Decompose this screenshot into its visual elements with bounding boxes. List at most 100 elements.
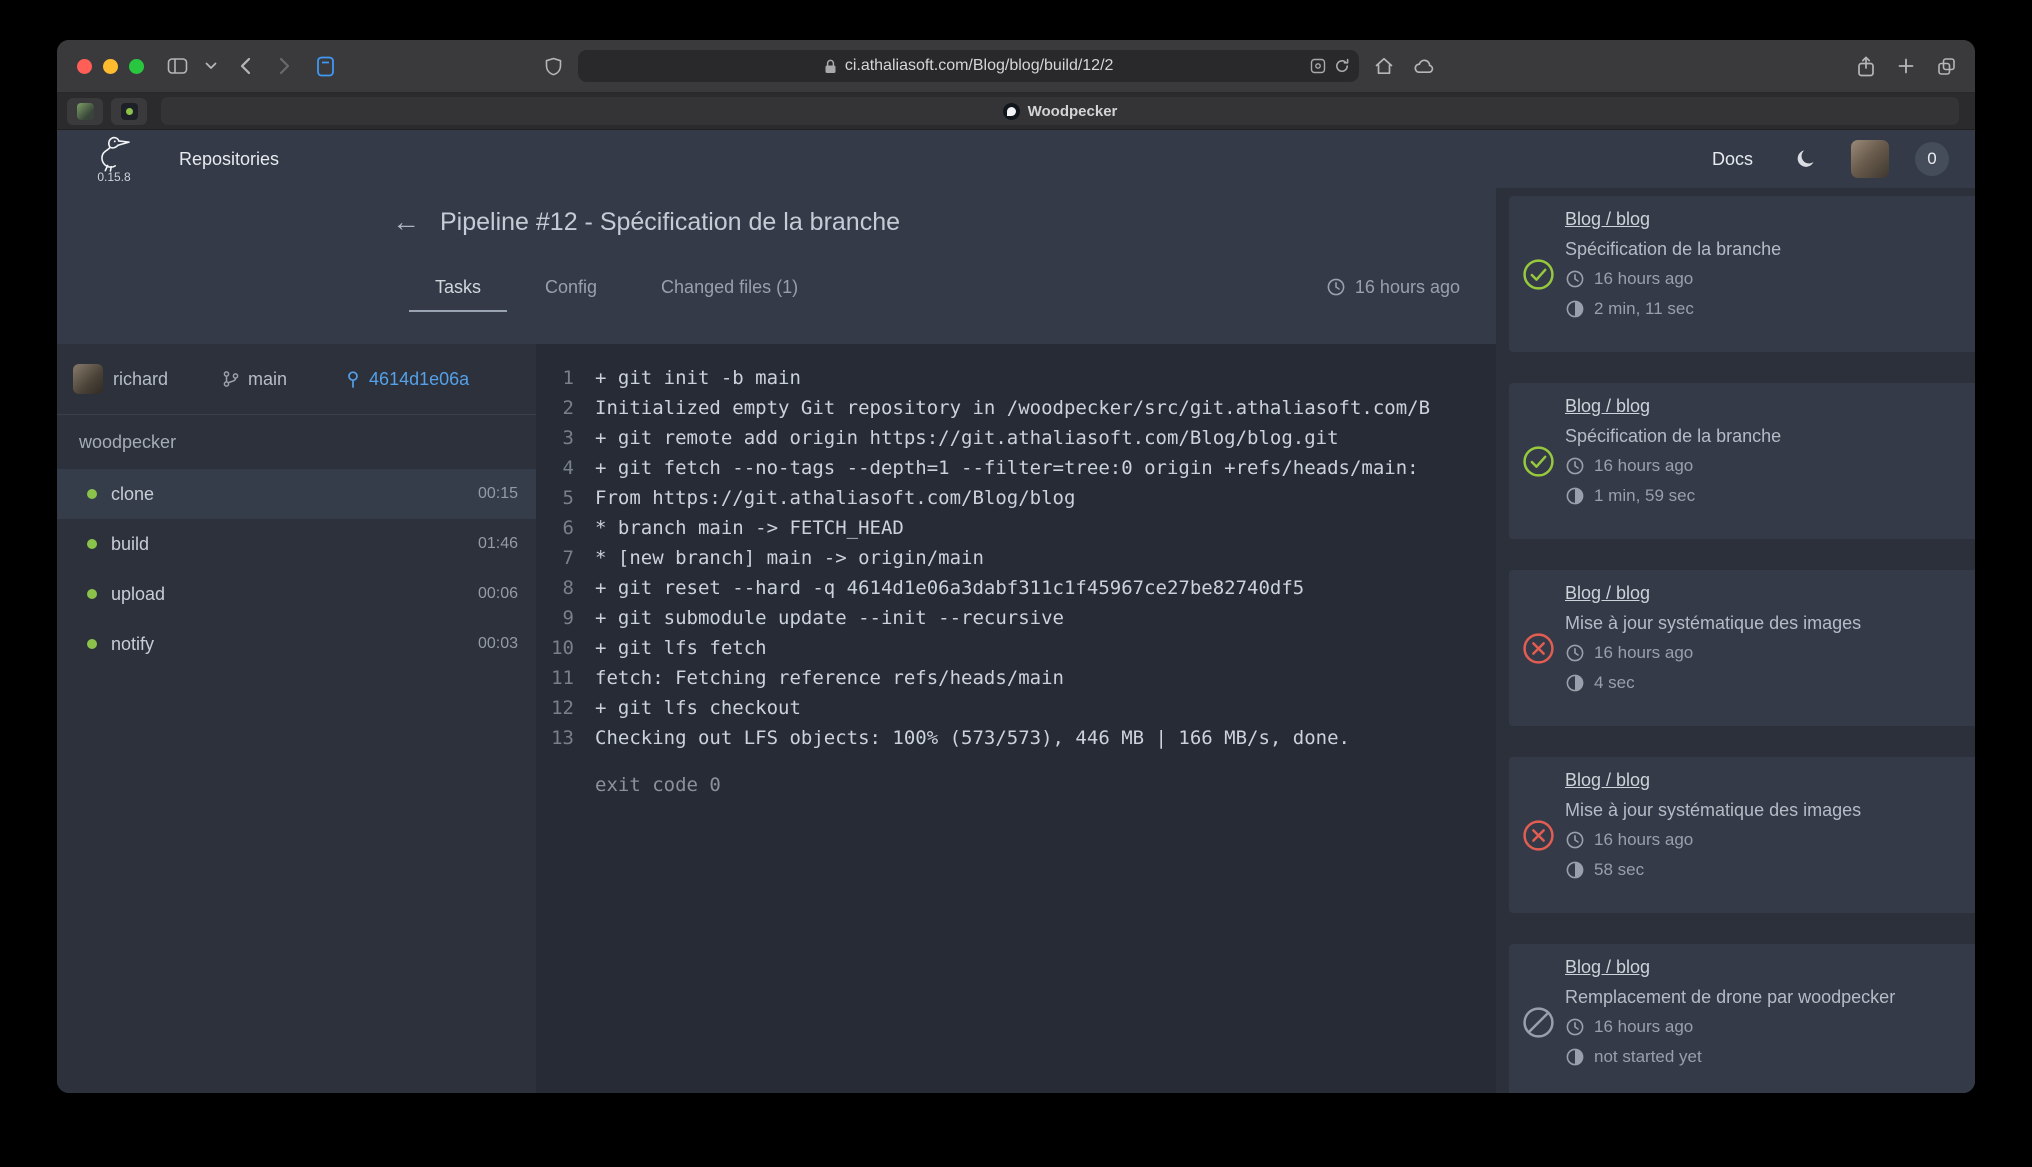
commit-link[interactable]: 4614d1e06a: [345, 369, 469, 390]
chevron-down-icon[interactable]: [202, 51, 220, 81]
step-status-dot: [87, 539, 97, 549]
close-window-button[interactable]: [77, 59, 92, 74]
desktop-background: ci.athaliasoft.com/Blog/blog/build/12/2: [0, 0, 2032, 1167]
build-card[interactable]: Blog / blog Mise à jour systématique des…: [1509, 570, 1975, 726]
console-line-number: 8: [536, 573, 574, 603]
build-time-text: 16 hours ago: [1594, 830, 1693, 850]
step-row[interactable]: clone 00:15: [57, 469, 536, 519]
clock-icon: [1565, 643, 1585, 663]
console-line: 13 Checking out LFS objects: 100% (573/5…: [536, 723, 1476, 753]
build-duration-text: 1 min, 59 sec: [1594, 486, 1695, 506]
pipeline-tab-label: Config: [545, 277, 597, 298]
duration-icon: [1565, 673, 1585, 693]
privacy-shield-icon[interactable]: [538, 51, 568, 81]
console-line-text: * [new branch] main -> origin/main: [595, 543, 984, 573]
app-version: 0.15.8: [97, 170, 130, 184]
step-duration: 01:46: [478, 535, 518, 553]
branch-name: main: [248, 369, 287, 390]
console-line-text: + git lfs fetch: [595, 633, 767, 663]
share-button[interactable]: [1851, 51, 1881, 81]
pipeline-tab-label: Tasks: [435, 277, 481, 298]
minimize-window-button[interactable]: [103, 59, 118, 74]
exit-code: exit code 0: [536, 770, 1476, 800]
build-time: 16 hours ago: [1565, 638, 1975, 668]
icloud-tabs-icon[interactable]: [1409, 51, 1439, 81]
console-line-number: 2: [536, 393, 574, 423]
website-settings-icon[interactable]: [1310, 58, 1326, 74]
nav-docs[interactable]: Docs: [1712, 149, 1753, 170]
author-name: richard: [113, 369, 168, 390]
step-status-dot: [87, 489, 97, 499]
pipeline-tab[interactable]: Config: [519, 264, 623, 312]
back-button[interactable]: [230, 51, 260, 81]
build-repo-link[interactable]: Blog / blog: [1565, 578, 1650, 608]
build-time-text: 16 hours ago: [1594, 643, 1693, 663]
console-line-number: 12: [536, 693, 574, 723]
clock-icon: [1565, 830, 1585, 850]
pipeline-tab[interactable]: Tasks: [409, 264, 507, 312]
new-tab-button[interactable]: [1891, 51, 1921, 81]
commit-icon: [345, 370, 361, 389]
pinned-tab-1[interactable]: [67, 98, 103, 125]
build-duration-text: 2 min, 11 sec: [1594, 299, 1694, 319]
build-card[interactable]: Blog / blog Spécification de la branche …: [1509, 383, 1975, 539]
reader-icon[interactable]: [310, 51, 340, 81]
console-line-text: From https://git.athaliasoft.com/Blog/bl…: [595, 483, 1075, 513]
step-duration: 00:06: [478, 585, 518, 603]
step-row[interactable]: upload 00:06: [57, 569, 536, 619]
reload-icon[interactable]: [1334, 58, 1350, 74]
console-line: 7 * [new branch] main -> origin/main: [536, 543, 1476, 573]
console-line: 8 + git reset --hard -q 4614d1e06a3dabf3…: [536, 573, 1476, 603]
back-arrow-icon[interactable]: ←: [392, 208, 420, 236]
clock-icon: [1326, 277, 1346, 297]
duration-icon: [1565, 860, 1585, 880]
console-line-text: + git remote add origin https://git.atha…: [595, 423, 1339, 453]
workflow-label: woodpecker: [57, 415, 536, 469]
duration-icon: [1565, 1047, 1585, 1067]
console-line-number: 13: [536, 723, 574, 753]
user-avatar[interactable]: [1851, 140, 1889, 178]
tab-bar: Woodpecker: [57, 93, 1975, 130]
build-card[interactable]: Blog / blog Mise à jour systématique des…: [1509, 757, 1975, 913]
dark-mode-toggle-icon[interactable]: [1795, 148, 1817, 170]
pinned-tab-2-favicon: [121, 103, 138, 120]
console-line-text: + git init -b main: [595, 363, 801, 393]
build-repo-link[interactable]: Blog / blog: [1565, 765, 1650, 795]
build-repo-link[interactable]: Blog / blog: [1565, 952, 1650, 982]
console-line: 1 + git init -b main: [536, 363, 1476, 393]
step-status-dot: [87, 639, 97, 649]
pipeline-tab[interactable]: Changed files (1): [635, 264, 824, 312]
address-bar[interactable]: ci.athaliasoft.com/Blog/blog/build/12/2: [578, 50, 1359, 82]
step-name: notify: [111, 634, 154, 655]
woodpecker-app: 0.15.8 Repositories Docs 0 ← Pipeline #1…: [57, 130, 1975, 1093]
pinned-tab-2[interactable]: [111, 98, 147, 125]
woodpecker-logo[interactable]: 0.15.8: [83, 135, 145, 184]
console-line: 12 + git lfs checkout: [536, 693, 1476, 723]
recent-builds-sidebar: Blog / blog Spécification de la branche …: [1496, 188, 1975, 1093]
build-time-text: 16 hours ago: [1594, 269, 1693, 289]
home-button[interactable]: [1369, 51, 1399, 81]
console-output[interactable]: 1 + git init -b main 2 Initialized empty…: [536, 344, 1496, 1093]
build-repo-link[interactable]: Blog / blog: [1565, 204, 1650, 234]
notifications-badge[interactable]: 0: [1915, 142, 1949, 176]
step-row[interactable]: build 01:46: [57, 519, 536, 569]
branch-info: main: [222, 369, 287, 390]
author-avatar: [73, 364, 103, 394]
sidebar-toggle-icon[interactable]: [162, 51, 192, 81]
step-row[interactable]: notify 00:03: [57, 619, 536, 669]
build-message: Spécification de la branche: [1565, 421, 1975, 451]
zoom-window-button[interactable]: [129, 59, 144, 74]
build-repo-link[interactable]: Blog / blog: [1565, 391, 1650, 421]
tab-overview-button[interactable]: [1931, 51, 1961, 81]
pipeline-main: ← Pipeline #12 - Spécification de la bra…: [57, 188, 1496, 1093]
build-duration: 58 sec: [1565, 855, 1975, 885]
build-card[interactable]: Blog / blog Remplacement de drone par wo…: [1509, 944, 1975, 1093]
build-card[interactable]: Blog / blog Spécification de la branche …: [1509, 196, 1975, 352]
console-line: 2 Initialized empty Git repository in /w…: [536, 393, 1476, 423]
commit-hash: 4614d1e06a: [369, 369, 469, 390]
app-navbar: 0.15.8 Repositories Docs 0: [57, 130, 1975, 188]
build-duration-text: not started yet: [1594, 1047, 1702, 1067]
nav-repositories[interactable]: Repositories: [179, 149, 279, 170]
forward-button[interactable]: [270, 51, 300, 81]
active-tab[interactable]: Woodpecker: [161, 97, 1959, 125]
